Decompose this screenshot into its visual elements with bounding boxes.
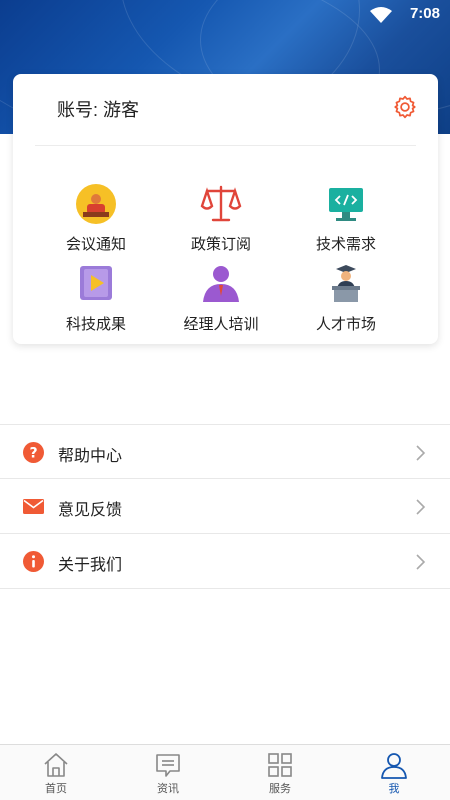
grid-label: 经理人培训: [183, 316, 259, 333]
code-monitor-icon: [329, 188, 363, 221]
bottom-tab-bar: 首页 资讯 服务 我: [0, 744, 450, 800]
menu-item-help[interactable]: ? 帮助中心: [0, 424, 450, 479]
chevron-right-icon: [416, 499, 426, 515]
chevron-right-icon: [416, 554, 426, 570]
menu-label: 意见反馈: [58, 502, 123, 519]
news-icon: [156, 754, 180, 777]
tab-label: 资讯: [157, 783, 179, 795]
tab-label: 我: [388, 783, 400, 795]
account-card: 账号: 游客 会议通知 政策订阅 技术需求 科技成果 经理人培训 人才市场: [13, 74, 438, 344]
wifi-icon: [370, 7, 392, 23]
user-icon: [381, 753, 407, 779]
card-divider: [35, 145, 416, 146]
grid-label: 政策订阅: [190, 236, 251, 253]
tab-home[interactable]: 首页: [0, 745, 112, 800]
grid-item-talent-market[interactable]: 人才市场: [286, 264, 406, 334]
chevron-right-icon: [416, 445, 426, 461]
grid-label: 技术需求: [315, 236, 376, 253]
manager-person-icon: [203, 266, 239, 302]
grid-item-meeting[interactable]: 会议通知: [36, 184, 156, 254]
status-bar: 7:08: [0, 0, 450, 28]
status-time: 7:08: [409, 5, 440, 22]
graduate-podium-icon: [332, 265, 360, 302]
grid-label: 会议通知: [65, 236, 126, 253]
play-video-icon: [80, 266, 112, 300]
menu-label: 关于我们: [58, 557, 123, 574]
tab-me[interactable]: 我: [338, 745, 450, 800]
scales-icon: [200, 185, 242, 222]
menu-label: 帮助中心: [58, 448, 123, 465]
grid-icon: [268, 753, 292, 777]
grid-item-achievements[interactable]: 科技成果: [36, 264, 156, 334]
grid-item-tech-demand[interactable]: 技术需求: [286, 184, 406, 254]
mail-icon: [23, 499, 44, 514]
help-icon: ?: [23, 442, 44, 463]
svg-text:?: ?: [29, 446, 37, 462]
grid-label: 科技成果: [65, 316, 126, 333]
info-icon: [23, 551, 44, 572]
tab-label: 服务: [269, 783, 291, 795]
grid-item-policy[interactable]: 政策订阅: [161, 184, 281, 254]
home-icon: [44, 753, 68, 777]
menu-item-about[interactable]: 关于我们: [0, 534, 450, 589]
meeting-icon: [76, 184, 116, 224]
grid-label: 人才市场: [315, 316, 376, 333]
settings-menu: ? 帮助中心 意见反馈 关于我们: [0, 424, 450, 589]
settings-gear-icon[interactable]: [392, 94, 418, 120]
tab-label: 首页: [45, 783, 67, 795]
tab-news[interactable]: 资讯: [112, 745, 224, 800]
menu-item-feedback[interactable]: 意见反馈: [0, 479, 450, 534]
grid-item-manager-training[interactable]: 经理人培训: [161, 264, 281, 334]
account-label: 账号: 游客: [57, 100, 140, 120]
tab-services[interactable]: 服务: [224, 745, 336, 800]
